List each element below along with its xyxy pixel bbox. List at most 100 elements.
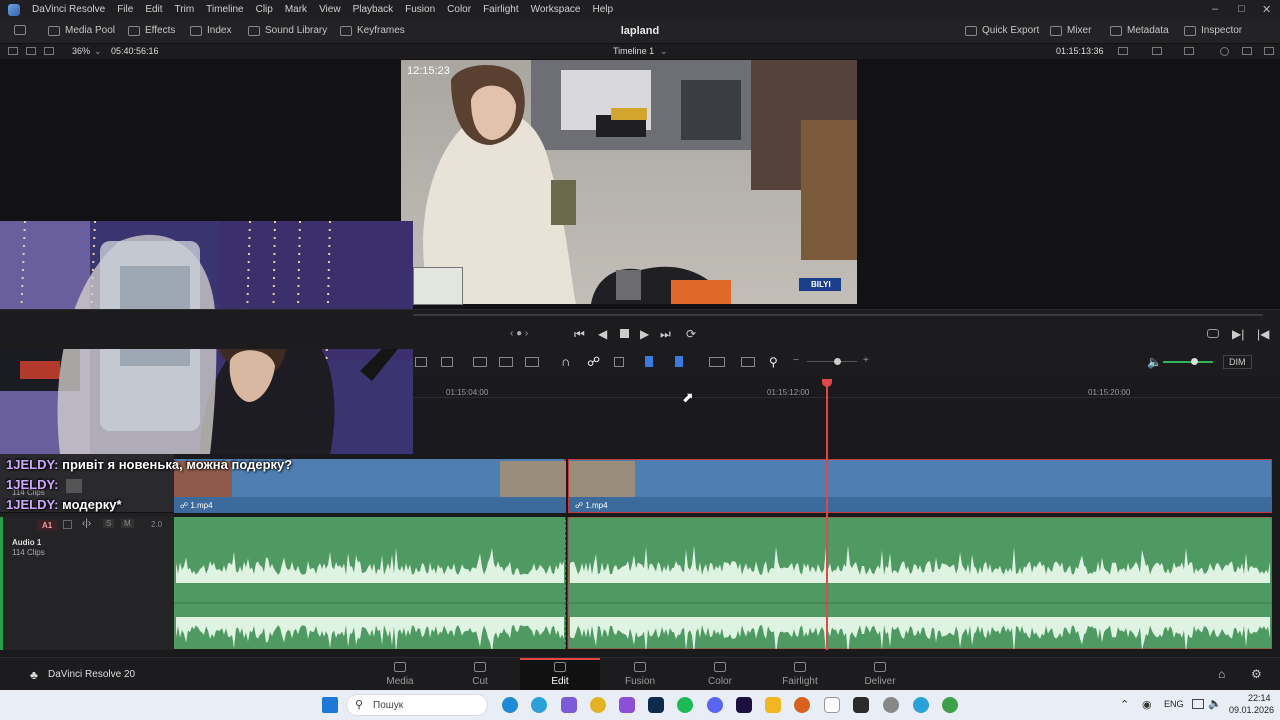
menu-playback[interactable]: Playback — [347, 4, 400, 15]
quick-export-button[interactable]: Quick Export — [965, 25, 1039, 36]
playhead[interactable] — [826, 379, 828, 650]
audio-waveform[interactable] — [174, 517, 1272, 649]
color-picker-icon[interactable] — [1220, 47, 1229, 56]
zoom-chevron-icon[interactable]: ⌄ — [94, 46, 102, 57]
prev-clip-icon[interactable]: |◀ — [1257, 327, 1269, 341]
scrub-bar[interactable] — [413, 314, 1263, 316]
audio-track-header[interactable]: A1 ‹|› S M 2.0 Audio 1 114 Clips — [0, 517, 174, 650]
loop-icon[interactable]: ⟳ — [686, 327, 696, 341]
home-icon[interactable]: ⌂ — [1218, 667, 1225, 681]
trim-mode-icon[interactable] — [441, 357, 453, 367]
notepad-icon[interactable] — [824, 697, 840, 713]
twitch-icon[interactable] — [619, 697, 635, 713]
minimize-icon[interactable]: – — [1212, 3, 1218, 15]
snapping-icon[interactable]: ∩ — [561, 354, 570, 369]
mute-button[interactable]: M — [121, 519, 134, 528]
fullscreen-icon[interactable] — [1264, 47, 1274, 55]
search-box[interactable]: ⚲ Пошук — [346, 694, 488, 716]
viewer-grid-icon[interactable] — [44, 47, 54, 55]
skip-end-icon[interactable]: ⏭ — [660, 327, 671, 342]
viewer-layout-icon[interactable] — [8, 47, 18, 55]
viewer-options-icon[interactable] — [1118, 47, 1128, 55]
selection-mode-icon[interactable] — [415, 357, 427, 367]
telegram-icon[interactable] — [531, 697, 547, 713]
flag-icon[interactable] — [645, 356, 653, 367]
menu-clip[interactable]: Clip — [250, 4, 279, 15]
keyframes-button[interactable]: Keyframes — [340, 25, 405, 36]
menu-view[interactable]: View — [313, 4, 347, 15]
maximize-icon[interactable]: □ — [1238, 3, 1245, 15]
overwrite-clip-icon[interactable] — [499, 357, 513, 367]
zoom-level[interactable]: 36% — [72, 46, 90, 56]
viewer-mode-icon[interactable] — [26, 47, 36, 55]
menu-color[interactable]: Color — [441, 4, 477, 15]
marker-icon[interactable] — [675, 356, 683, 367]
play-icon[interactable]: ▶ — [640, 327, 649, 341]
telegram-desktop-icon[interactable] — [913, 697, 929, 713]
premiere-icon[interactable] — [736, 697, 752, 713]
mixer-button[interactable]: Mixer — [1050, 25, 1091, 36]
stop-icon[interactable] — [620, 329, 629, 338]
zoom-slider[interactable] — [807, 361, 857, 362]
clock-time[interactable]: 22:14 — [1248, 693, 1271, 703]
timecode-ruler[interactable]: 01:15:04:00 01:15:12:00 01:15:20:00 — [413, 376, 1280, 398]
tab-media[interactable]: Media — [360, 658, 440, 691]
microphone-icon[interactable]: ◉ — [1142, 698, 1152, 711]
effects-button[interactable]: Effects — [128, 25, 175, 36]
media-pool-button[interactable]: Media Pool — [48, 25, 115, 36]
zoom-in-icon[interactable]: + — [863, 355, 869, 366]
chrome-icon[interactable] — [590, 697, 606, 713]
tab-cut[interactable]: Cut — [440, 658, 520, 691]
menu-timeline[interactable]: Timeline — [200, 4, 249, 15]
zoom-out-icon[interactable]: − — [793, 355, 799, 366]
edge-icon[interactable] — [502, 697, 518, 713]
metadata-button[interactable]: Metadata — [1110, 25, 1169, 36]
sync-icon[interactable]: ‹|› — [82, 518, 91, 529]
output-icon[interactable] — [1152, 47, 1162, 55]
obs-icon[interactable] — [883, 697, 899, 713]
timeline-selector[interactable]: Timeline 1 — [613, 46, 654, 56]
position-lock-icon[interactable] — [614, 357, 624, 367]
speaker-icon[interactable]: 🔈 — [1208, 697, 1222, 710]
jog-icon[interactable]: ‹ ● › — [510, 328, 528, 339]
lock-track-icon[interactable] — [63, 520, 72, 529]
settings-gear-icon[interactable]: ⚙ — [1251, 667, 1262, 681]
index-button[interactable]: Index — [190, 25, 231, 36]
discord-icon[interactable] — [707, 697, 723, 713]
timeline-chevron-icon[interactable]: ⌄ — [660, 46, 668, 57]
transform-icon[interactable] — [1184, 47, 1194, 55]
linked-selection-icon[interactable]: ☍ — [587, 354, 600, 370]
sound-library-button[interactable]: Sound Library — [248, 25, 327, 36]
toggle-panel-icon[interactable] — [14, 25, 26, 35]
menu-workspace[interactable]: Workspace — [525, 4, 587, 15]
play-reverse-icon[interactable]: ◀ — [598, 327, 607, 341]
tab-edit[interactable]: Edit — [520, 658, 600, 691]
volume-icon[interactable]: 🔈 — [1147, 355, 1162, 369]
video-clip-selected[interactable]: ☍ 1.mp4 — [568, 459, 1272, 513]
copilot-icon[interactable] — [561, 697, 577, 713]
video-frame[interactable]: 12:15:23 BILYI — [401, 60, 857, 304]
tab-color[interactable]: Color — [680, 658, 760, 691]
skip-start-icon[interactable]: ⏮ — [574, 327, 585, 342]
volume-slider[interactable] — [1163, 361, 1213, 363]
custom-zoom-icon[interactable]: ⚲ — [769, 355, 778, 369]
match-frame-icon[interactable] — [1207, 329, 1219, 338]
zoom-slider-handle[interactable] — [834, 358, 841, 365]
menu-mark[interactable]: Mark — [279, 4, 313, 15]
chrome-profile-icon[interactable] — [942, 697, 958, 713]
menu-edit[interactable]: Edit — [139, 4, 168, 15]
menu-file[interactable]: File — [111, 4, 139, 15]
replace-clip-icon[interactable] — [525, 357, 539, 367]
menu-fairlight[interactable]: Fairlight — [477, 4, 525, 15]
solo-button[interactable]: S — [103, 519, 115, 528]
app-icon[interactable] — [853, 697, 869, 713]
menu-help[interactable]: Help — [586, 4, 619, 15]
volume-slider-handle[interactable] — [1191, 358, 1198, 365]
tab-fusion[interactable]: Fusion — [600, 658, 680, 691]
network-icon[interactable] — [1192, 699, 1204, 709]
clock-date[interactable]: 09.01.2026 — [1229, 705, 1274, 715]
menu-fusion[interactable]: Fusion — [399, 4, 441, 15]
full-extent-zoom-icon[interactable] — [709, 357, 725, 367]
detail-zoom-icon[interactable] — [741, 357, 755, 367]
tab-deliver[interactable]: Deliver — [840, 658, 920, 691]
